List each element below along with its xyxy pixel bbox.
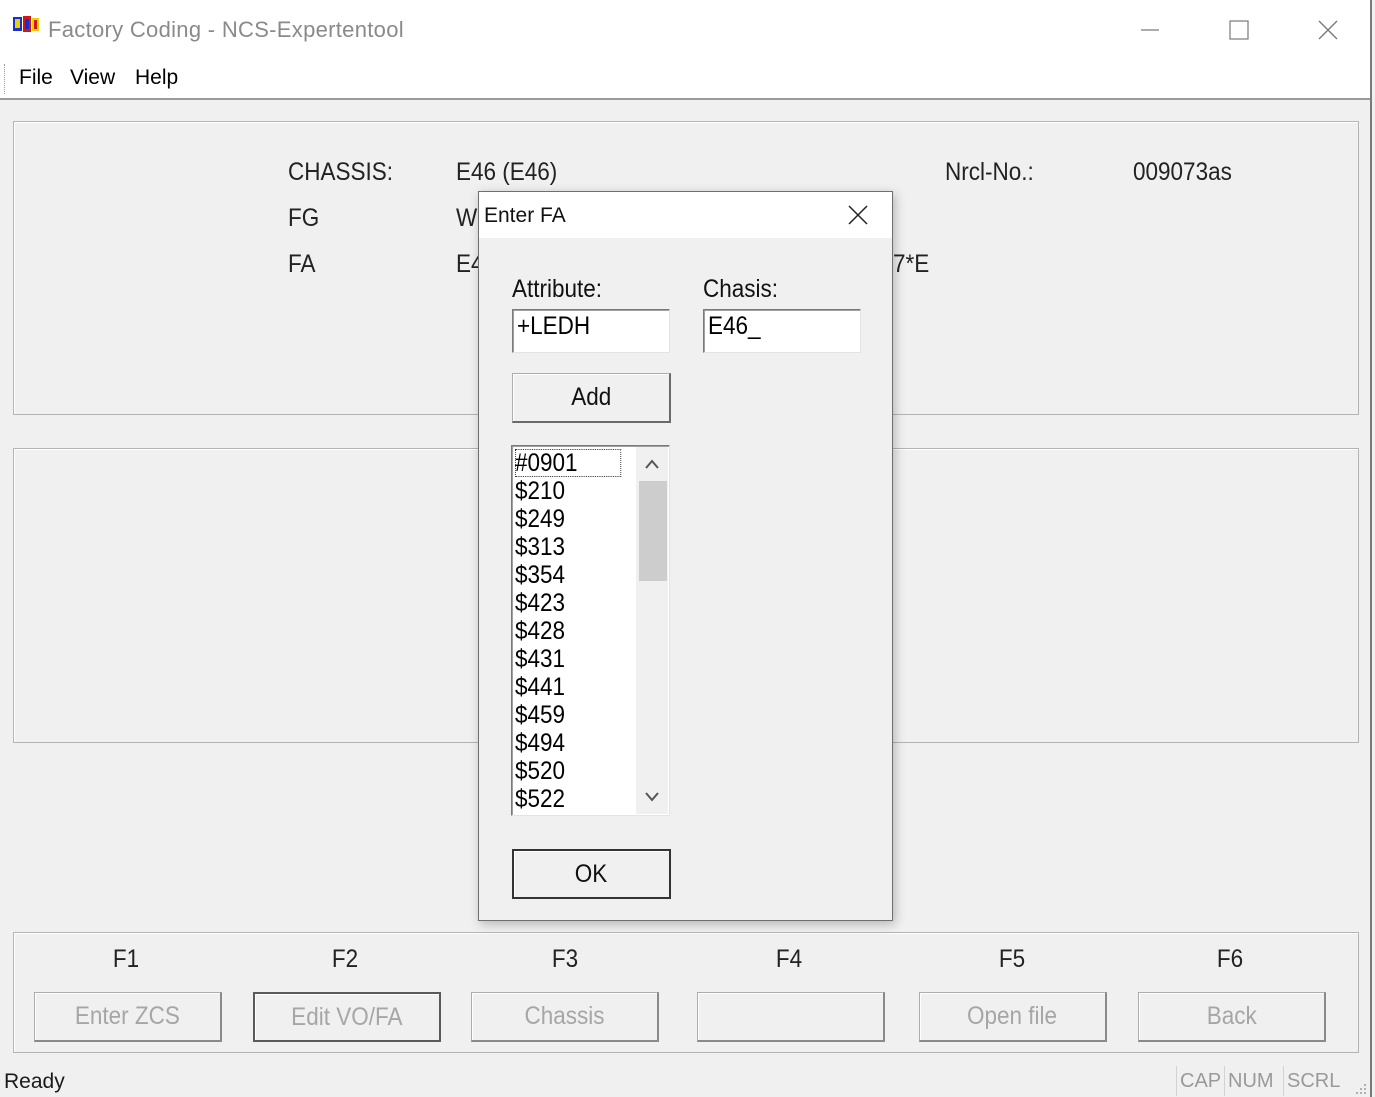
chasis-input[interactable]: E46_ bbox=[703, 309, 861, 353]
menu-grip bbox=[4, 64, 7, 94]
list-item[interactable]: $428 bbox=[515, 617, 621, 645]
menu-file[interactable]: File bbox=[19, 66, 53, 90]
menu-bar bbox=[0, 60, 1372, 100]
dialog-close-button[interactable] bbox=[845, 202, 871, 228]
chevron-up-icon bbox=[645, 459, 659, 469]
back-label: Back bbox=[1206, 1002, 1257, 1030]
dialog-title: Enter FA bbox=[484, 204, 566, 227]
list-item[interactable]: $354 bbox=[515, 561, 621, 589]
f5-key-label: F5 bbox=[998, 945, 1026, 973]
chevron-down-icon bbox=[645, 792, 659, 802]
menu-help[interactable]: Help bbox=[135, 66, 178, 90]
list-item[interactable]: $249 bbox=[515, 505, 621, 533]
close-icon bbox=[1318, 20, 1338, 40]
ok-button[interactable]: OK bbox=[512, 849, 671, 899]
fg-label: FG bbox=[288, 204, 320, 232]
chassis-value: E46 (E46) bbox=[456, 158, 558, 186]
edit-vo-fa-button[interactable]: Edit VO/FA bbox=[253, 992, 441, 1042]
list-item[interactable]: $441 bbox=[515, 673, 621, 701]
f4-key-label: F4 bbox=[775, 945, 803, 973]
scroll-down-button[interactable] bbox=[636, 782, 668, 812]
maximize-button[interactable] bbox=[1194, 0, 1284, 60]
nrcl-value: 009073as bbox=[1133, 158, 1232, 186]
maximize-icon bbox=[1229, 20, 1249, 40]
minimize-icon bbox=[1141, 29, 1159, 31]
listbox-scrollbar[interactable] bbox=[636, 447, 668, 814]
attribute-input[interactable]: +LEDH bbox=[512, 309, 670, 353]
scroll-lock-indicator: SCRL bbox=[1283, 1066, 1343, 1096]
resize-grip-icon[interactable] bbox=[1352, 1080, 1368, 1096]
enter-zcs-button[interactable]: Enter ZCS bbox=[34, 992, 222, 1042]
caps-lock-indicator: CAP bbox=[1176, 1066, 1224, 1096]
num-lock-indicator: NUM bbox=[1224, 1066, 1277, 1096]
list-item[interactable]: $494 bbox=[515, 729, 621, 757]
chassis-label: CHASSIS: bbox=[288, 158, 394, 186]
attribute-listbox[interactable]: #0901 $210 $249 $313 $354 $423 $428 $431… bbox=[511, 445, 670, 816]
list-item[interactable]: $423 bbox=[515, 589, 621, 617]
f2-key-label: F2 bbox=[331, 945, 359, 973]
back-button[interactable]: Back bbox=[1138, 992, 1326, 1042]
enter-fa-dialog: Enter FA Attribute: +LEDH Chasis: E46_ A… bbox=[478, 191, 893, 921]
list-items: #0901 $210 $249 $313 $354 $423 $428 $431… bbox=[515, 449, 633, 813]
f3-key-label: F3 bbox=[551, 945, 579, 973]
chassis-button-label: Chassis bbox=[524, 1002, 605, 1030]
app-icon bbox=[13, 16, 39, 32]
attribute-label: Attribute: bbox=[512, 275, 603, 303]
fa-label: FA bbox=[288, 250, 316, 278]
list-item[interactable]: $313 bbox=[515, 533, 621, 561]
window-title: Factory Coding - NCS-Expertentool bbox=[48, 17, 404, 42]
list-item[interactable]: $210 bbox=[515, 477, 621, 505]
add-button[interactable]: Add bbox=[512, 373, 671, 423]
close-icon bbox=[848, 205, 868, 225]
close-button[interactable] bbox=[1283, 0, 1373, 60]
open-file-button[interactable]: Open file bbox=[919, 992, 1107, 1042]
edit-vo-fa-label: Edit VO/FA bbox=[291, 1002, 403, 1031]
list-item[interactable]: $431 bbox=[515, 645, 621, 673]
chasis-value: E46_ bbox=[708, 312, 761, 340]
open-file-label: Open file bbox=[967, 1002, 1058, 1030]
chassis-button[interactable]: Chassis bbox=[471, 992, 659, 1042]
fa-value-tail: 7*E bbox=[893, 250, 930, 278]
minimize-button[interactable] bbox=[1105, 0, 1195, 60]
chasis-label: Chasis: bbox=[703, 275, 779, 303]
list-item[interactable]: $522 bbox=[515, 785, 621, 813]
attribute-value: +LEDH bbox=[517, 312, 591, 340]
list-item[interactable]: $459 bbox=[515, 701, 621, 729]
menu-view[interactable]: View bbox=[70, 66, 115, 90]
f1-key-label: F1 bbox=[112, 945, 140, 973]
scroll-up-button[interactable] bbox=[636, 449, 668, 479]
list-item[interactable]: #0901 bbox=[515, 449, 622, 477]
add-label: Add bbox=[570, 383, 612, 411]
nrcl-label: Nrcl-No.: bbox=[945, 158, 1034, 186]
window-border bbox=[1370, 0, 1372, 1097]
ok-label: OK bbox=[575, 859, 608, 888]
enter-zcs-label: Enter ZCS bbox=[74, 1002, 181, 1030]
scrollbar-thumb[interactable] bbox=[639, 481, 667, 581]
f6-key-label: F6 bbox=[1216, 945, 1244, 973]
f4-button[interactable] bbox=[697, 992, 885, 1042]
status-text: Ready bbox=[4, 1070, 65, 1093]
list-item[interactable]: $520 bbox=[515, 757, 621, 785]
